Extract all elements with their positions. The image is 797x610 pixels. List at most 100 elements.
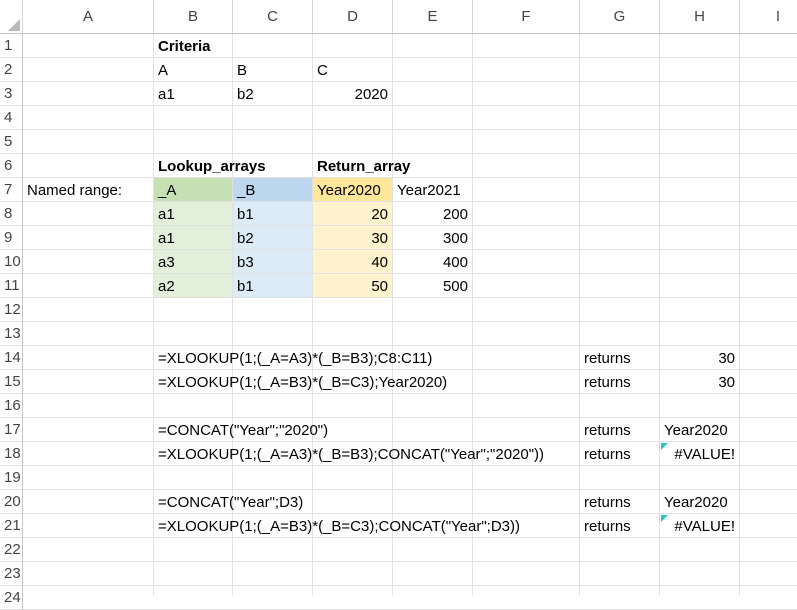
cell-b3[interactable]: a1 <box>154 83 175 106</box>
row-gridline <box>23 105 797 106</box>
cell-c2[interactable]: B <box>233 59 247 82</box>
row-header-8[interactable]: 8 <box>0 202 23 226</box>
row-header-1[interactable]: 1 <box>0 34 23 58</box>
column-header-c[interactable]: C <box>233 0 313 34</box>
error-indicator-icon[interactable] <box>661 515 668 522</box>
cell-d10[interactable]: 40 <box>313 251 393 274</box>
column-header-e[interactable]: E <box>393 0 473 34</box>
cell-g20[interactable]: returns <box>580 491 631 514</box>
cell-d9[interactable]: 30 <box>313 227 393 250</box>
cell-c10[interactable]: b3 <box>233 251 254 274</box>
cell-e9[interactable]: 300 <box>393 227 473 250</box>
cell-b17[interactable]: =CONCAT("Year";"2020") <box>154 419 328 442</box>
row-header-13[interactable]: 13 <box>0 322 23 346</box>
row-gridline <box>23 417 797 418</box>
cell-h17[interactable]: Year2020 <box>660 419 728 442</box>
row-header-15[interactable]: 15 <box>0 370 23 394</box>
cell-e11[interactable]: 500 <box>393 275 473 298</box>
row-header-6[interactable]: 6 <box>0 154 23 178</box>
row-gridline <box>23 585 797 586</box>
cell-a7[interactable]: Named range: <box>23 179 122 202</box>
cell-d2[interactable]: C <box>313 59 328 82</box>
cell-d11[interactable]: 50 <box>313 275 393 298</box>
cell-e7[interactable]: Year2021 <box>393 179 461 202</box>
cell-g18[interactable]: returns <box>580 443 631 466</box>
cell-d6[interactable]: Return_array <box>313 155 410 178</box>
cell-b6[interactable]: Lookup_arrays <box>154 155 266 178</box>
row-header-12[interactable]: 12 <box>0 298 23 322</box>
row-gridline <box>23 153 797 154</box>
row-header-23[interactable]: 23 <box>0 562 23 586</box>
row-header-24[interactable]: 24 <box>0 586 23 610</box>
cell-b2[interactable]: A <box>154 59 168 82</box>
column-header-b[interactable]: B <box>154 0 233 34</box>
row-header-22[interactable]: 22 <box>0 538 23 562</box>
row-header-9[interactable]: 9 <box>0 226 23 250</box>
row-header-18[interactable]: 18 <box>0 442 23 466</box>
row-gridline <box>23 345 797 346</box>
cell-c3[interactable]: b2 <box>233 83 254 106</box>
row-header-21[interactable]: 21 <box>0 514 23 538</box>
cell-b8[interactable]: a1 <box>154 203 175 226</box>
cell-e8[interactable]: 200 <box>393 203 473 226</box>
column-header-i[interactable]: I <box>740 0 797 34</box>
cell-d3[interactable]: 2020 <box>313 83 393 106</box>
cell-b9[interactable]: a1 <box>154 227 175 250</box>
cell-b1[interactable]: Criteria <box>154 35 211 58</box>
column-header-d[interactable]: D <box>313 0 393 34</box>
column-header-h[interactable]: H <box>660 0 740 34</box>
cell-c9[interactable]: b2 <box>233 227 254 250</box>
column-gridline <box>392 34 393 596</box>
column-gridline <box>472 34 473 596</box>
cell-d8[interactable]: 20 <box>313 203 393 226</box>
cell-b15[interactable]: =XLOOKUP(1;(_A=B3)*(_B=C3);Year2020) <box>154 371 447 394</box>
cell-h20[interactable]: Year2020 <box>660 491 728 514</box>
cell-h15[interactable]: 30 <box>660 371 740 394</box>
select-all-triangle-icon <box>8 19 20 31</box>
cell-c8[interactable]: b1 <box>233 203 254 226</box>
row-gridline <box>23 489 797 490</box>
error-indicator-icon[interactable] <box>661 443 668 450</box>
cell-b20[interactable]: =CONCAT("Year";D3) <box>154 491 303 514</box>
row-header-14[interactable]: 14 <box>0 346 23 370</box>
column-gridline <box>312 34 313 596</box>
row-gridline <box>23 321 797 322</box>
cell-g15[interactable]: returns <box>580 371 631 394</box>
cell-b21[interactable]: =XLOOKUP(1;(_A=B3)*(_B=C3);CONCAT("Year"… <box>154 515 520 538</box>
row-header-17[interactable]: 17 <box>0 418 23 442</box>
row-header-20[interactable]: 20 <box>0 490 23 514</box>
row-header-16[interactable]: 16 <box>0 394 23 418</box>
select-all-corner[interactable] <box>0 0 23 34</box>
cell-h18[interactable]: #VALUE! <box>660 443 740 466</box>
row-header-19[interactable]: 19 <box>0 466 23 490</box>
row-header-4[interactable]: 4 <box>0 106 23 130</box>
column-header-a[interactable]: A <box>23 0 154 34</box>
cell-g17[interactable]: returns <box>580 419 631 442</box>
row-header-7[interactable]: 7 <box>0 178 23 202</box>
cell-c7[interactable]: _B <box>233 179 255 202</box>
row-header-11[interactable]: 11 <box>0 274 23 298</box>
cell-d7[interactable]: Year2020 <box>313 179 381 202</box>
cell-b10[interactable]: a3 <box>154 251 175 274</box>
cell-g14[interactable]: returns <box>580 347 631 370</box>
cell-g21[interactable]: returns <box>580 515 631 538</box>
row-header-3[interactable]: 3 <box>0 82 23 106</box>
row-header-10[interactable]: 10 <box>0 250 23 274</box>
row-gridline <box>23 561 797 562</box>
cell-b18[interactable]: =XLOOKUP(1;(_A=A3)*(_B=B3);CONCAT("Year"… <box>154 443 544 466</box>
cell-b14[interactable]: =XLOOKUP(1;(_A=A3)*(_B=B3);C8:C11) <box>154 347 432 370</box>
cell-c11[interactable]: b1 <box>233 275 254 298</box>
cell-b11[interactable]: a2 <box>154 275 175 298</box>
column-header-g[interactable]: G <box>580 0 660 34</box>
row-header-5[interactable]: 5 <box>0 130 23 154</box>
cell-h21[interactable]: #VALUE! <box>660 515 740 538</box>
column-header-f[interactable]: F <box>473 0 580 34</box>
row-header-2[interactable]: 2 <box>0 58 23 82</box>
row-gridline <box>23 129 797 130</box>
column-gridline <box>739 34 740 596</box>
row-gridline <box>23 81 797 82</box>
cell-e10[interactable]: 400 <box>393 251 473 274</box>
cell-b7[interactable]: _A <box>154 179 176 202</box>
row-gridline <box>23 57 797 58</box>
cell-h14[interactable]: 30 <box>660 347 740 370</box>
